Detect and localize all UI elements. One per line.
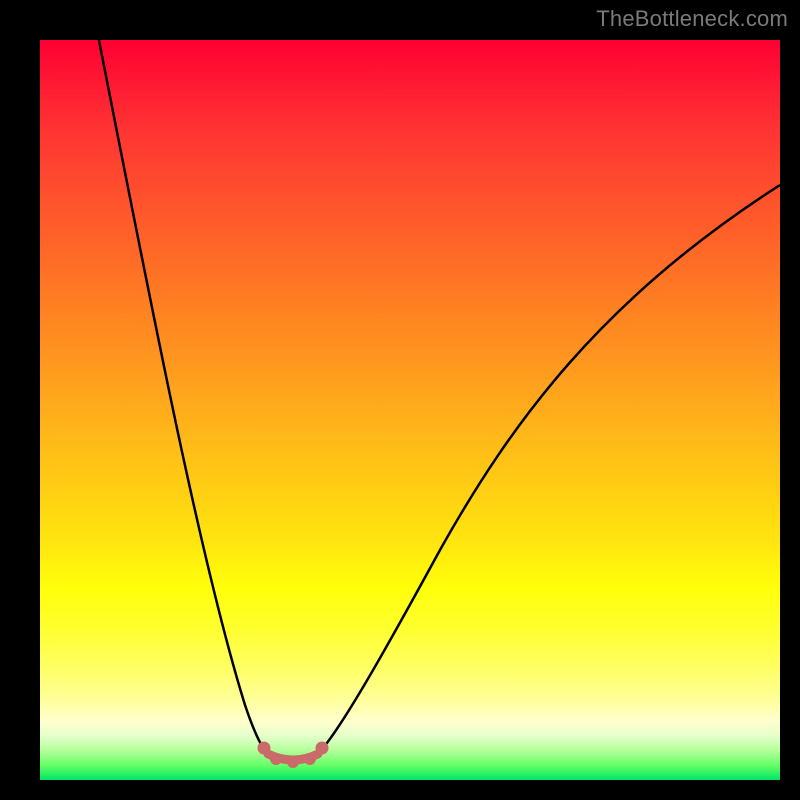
bottleneck-curve [40, 40, 780, 780]
valley-dot-left [258, 742, 271, 755]
valley-dot-mid-right [304, 753, 316, 765]
chart-frame: TheBottleneck.com [0, 0, 800, 800]
curve-left [95, 40, 268, 754]
watermark-text: TheBottleneck.com [596, 6, 788, 32]
valley-dot-right [316, 742, 329, 755]
curve-right [318, 185, 780, 754]
plot-area [40, 40, 780, 780]
valley-dot-mid-left [270, 753, 282, 765]
valley-dot-center [287, 756, 299, 768]
